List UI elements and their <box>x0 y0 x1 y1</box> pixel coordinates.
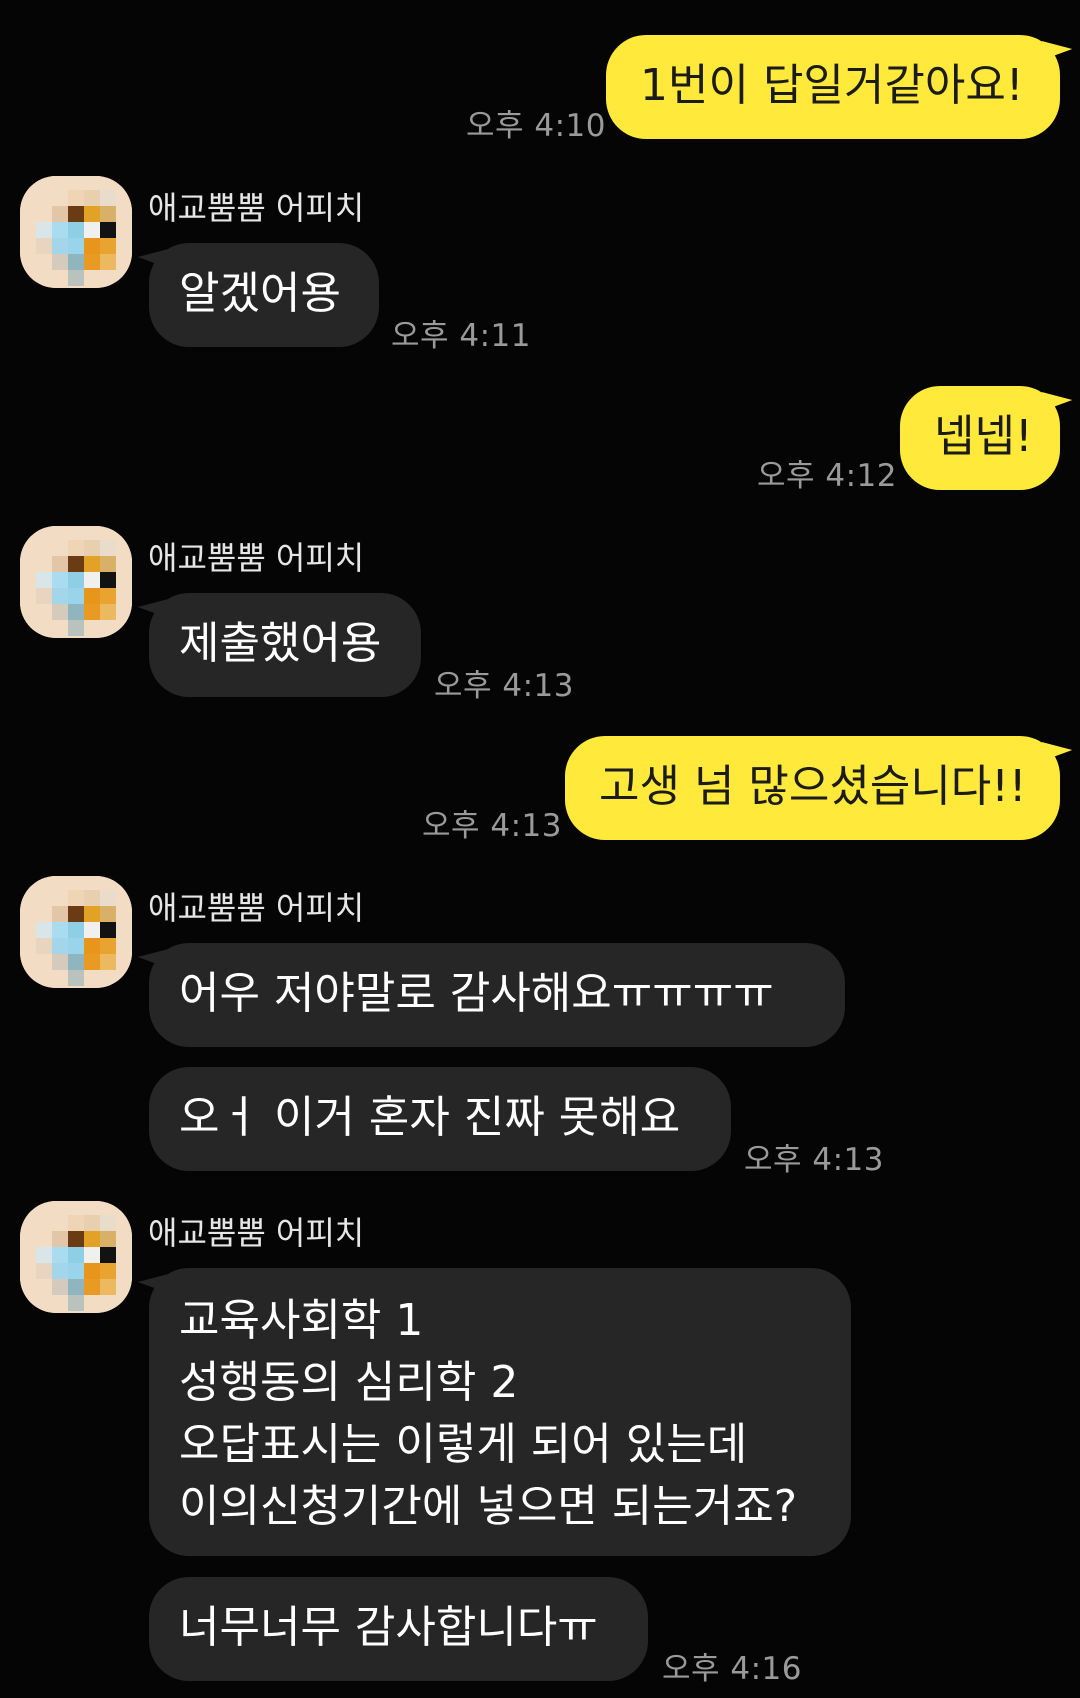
my-message-bubble[interactable]: 넵넵! <box>900 386 1060 490</box>
avatar[interactable] <box>20 526 132 638</box>
bubble-tail <box>1041 383 1073 409</box>
message-line: 이의신청기간에 넣으면 되는거죠? <box>179 1481 798 1532</box>
sender-name: 애교뿜뿜 어피치 <box>148 189 365 227</box>
message-time: 오후 4:13 <box>422 808 563 844</box>
avatar[interactable] <box>20 1201 132 1313</box>
my-message-bubble[interactable]: 1번이 답일거같아요! <box>606 35 1060 139</box>
message-text: 1번이 답일거같아요! <box>640 60 1024 111</box>
sender-name: 애교뿜뿜 어피치 <box>148 539 365 577</box>
sender-name: 애교뿜뿜 어피치 <box>148 1214 365 1252</box>
my-message-bubble[interactable]: 고생 넘 많으셨습니다!! <box>565 736 1060 840</box>
pixelated-avatar-icon <box>20 876 132 988</box>
message-text: 제출했어용 <box>179 618 382 669</box>
other-message-bubble[interactable]: 오ㅓ 이거 혼자 진짜 못해요 <box>149 1067 731 1171</box>
pixelated-avatar-icon <box>20 526 132 638</box>
message-line: 오답표시는 이렇게 되어 있는데 <box>179 1419 748 1470</box>
message-time: 오후 4:12 <box>757 458 898 494</box>
message-text: 어우 저야말로 감사해요ㅠㅠㅠㅠ <box>179 968 774 1019</box>
message-text: 너무너무 감사합니다ㅠ <box>179 1602 598 1653</box>
message-line: 교육사회학 1 <box>179 1295 424 1346</box>
other-message-bubble[interactable]: 너무너무 감사합니다ㅠ <box>149 1577 648 1681</box>
message-line: 성행동의 심리학 2 <box>179 1357 519 1408</box>
sender-name: 애교뿜뿜 어피치 <box>148 889 365 927</box>
message-text: 알겠어용 <box>179 268 341 319</box>
bubble-tail <box>1041 733 1073 759</box>
message-text: 넵넵! <box>934 411 1033 462</box>
other-message-bubble[interactable]: 교육사회학 1 성행동의 심리학 2 오답표시는 이렇게 되어 있는데 이의신청… <box>149 1268 851 1556</box>
bubble-tail <box>1041 32 1073 58</box>
avatar[interactable] <box>20 876 132 988</box>
message-text: 고생 넘 많으셨습니다!! <box>599 761 1027 812</box>
message-time: 오후 4:13 <box>744 1142 885 1178</box>
message-time: 오후 4:10 <box>466 108 607 144</box>
message-time: 오후 4:16 <box>662 1651 803 1687</box>
message-text: 오ㅓ 이거 혼자 진짜 못해요 <box>179 1092 681 1143</box>
other-message-bubble[interactable]: 제출했어용 <box>149 593 421 697</box>
message-time: 오후 4:13 <box>434 668 575 704</box>
pixelated-avatar-icon <box>20 176 132 288</box>
message-time: 오후 4:11 <box>391 318 532 354</box>
pixelated-avatar-icon <box>20 1201 132 1313</box>
other-message-bubble[interactable]: 어우 저야말로 감사해요ㅠㅠㅠㅠ <box>149 943 845 1047</box>
avatar[interactable] <box>20 176 132 288</box>
other-message-bubble[interactable]: 알겠어용 <box>149 243 379 347</box>
